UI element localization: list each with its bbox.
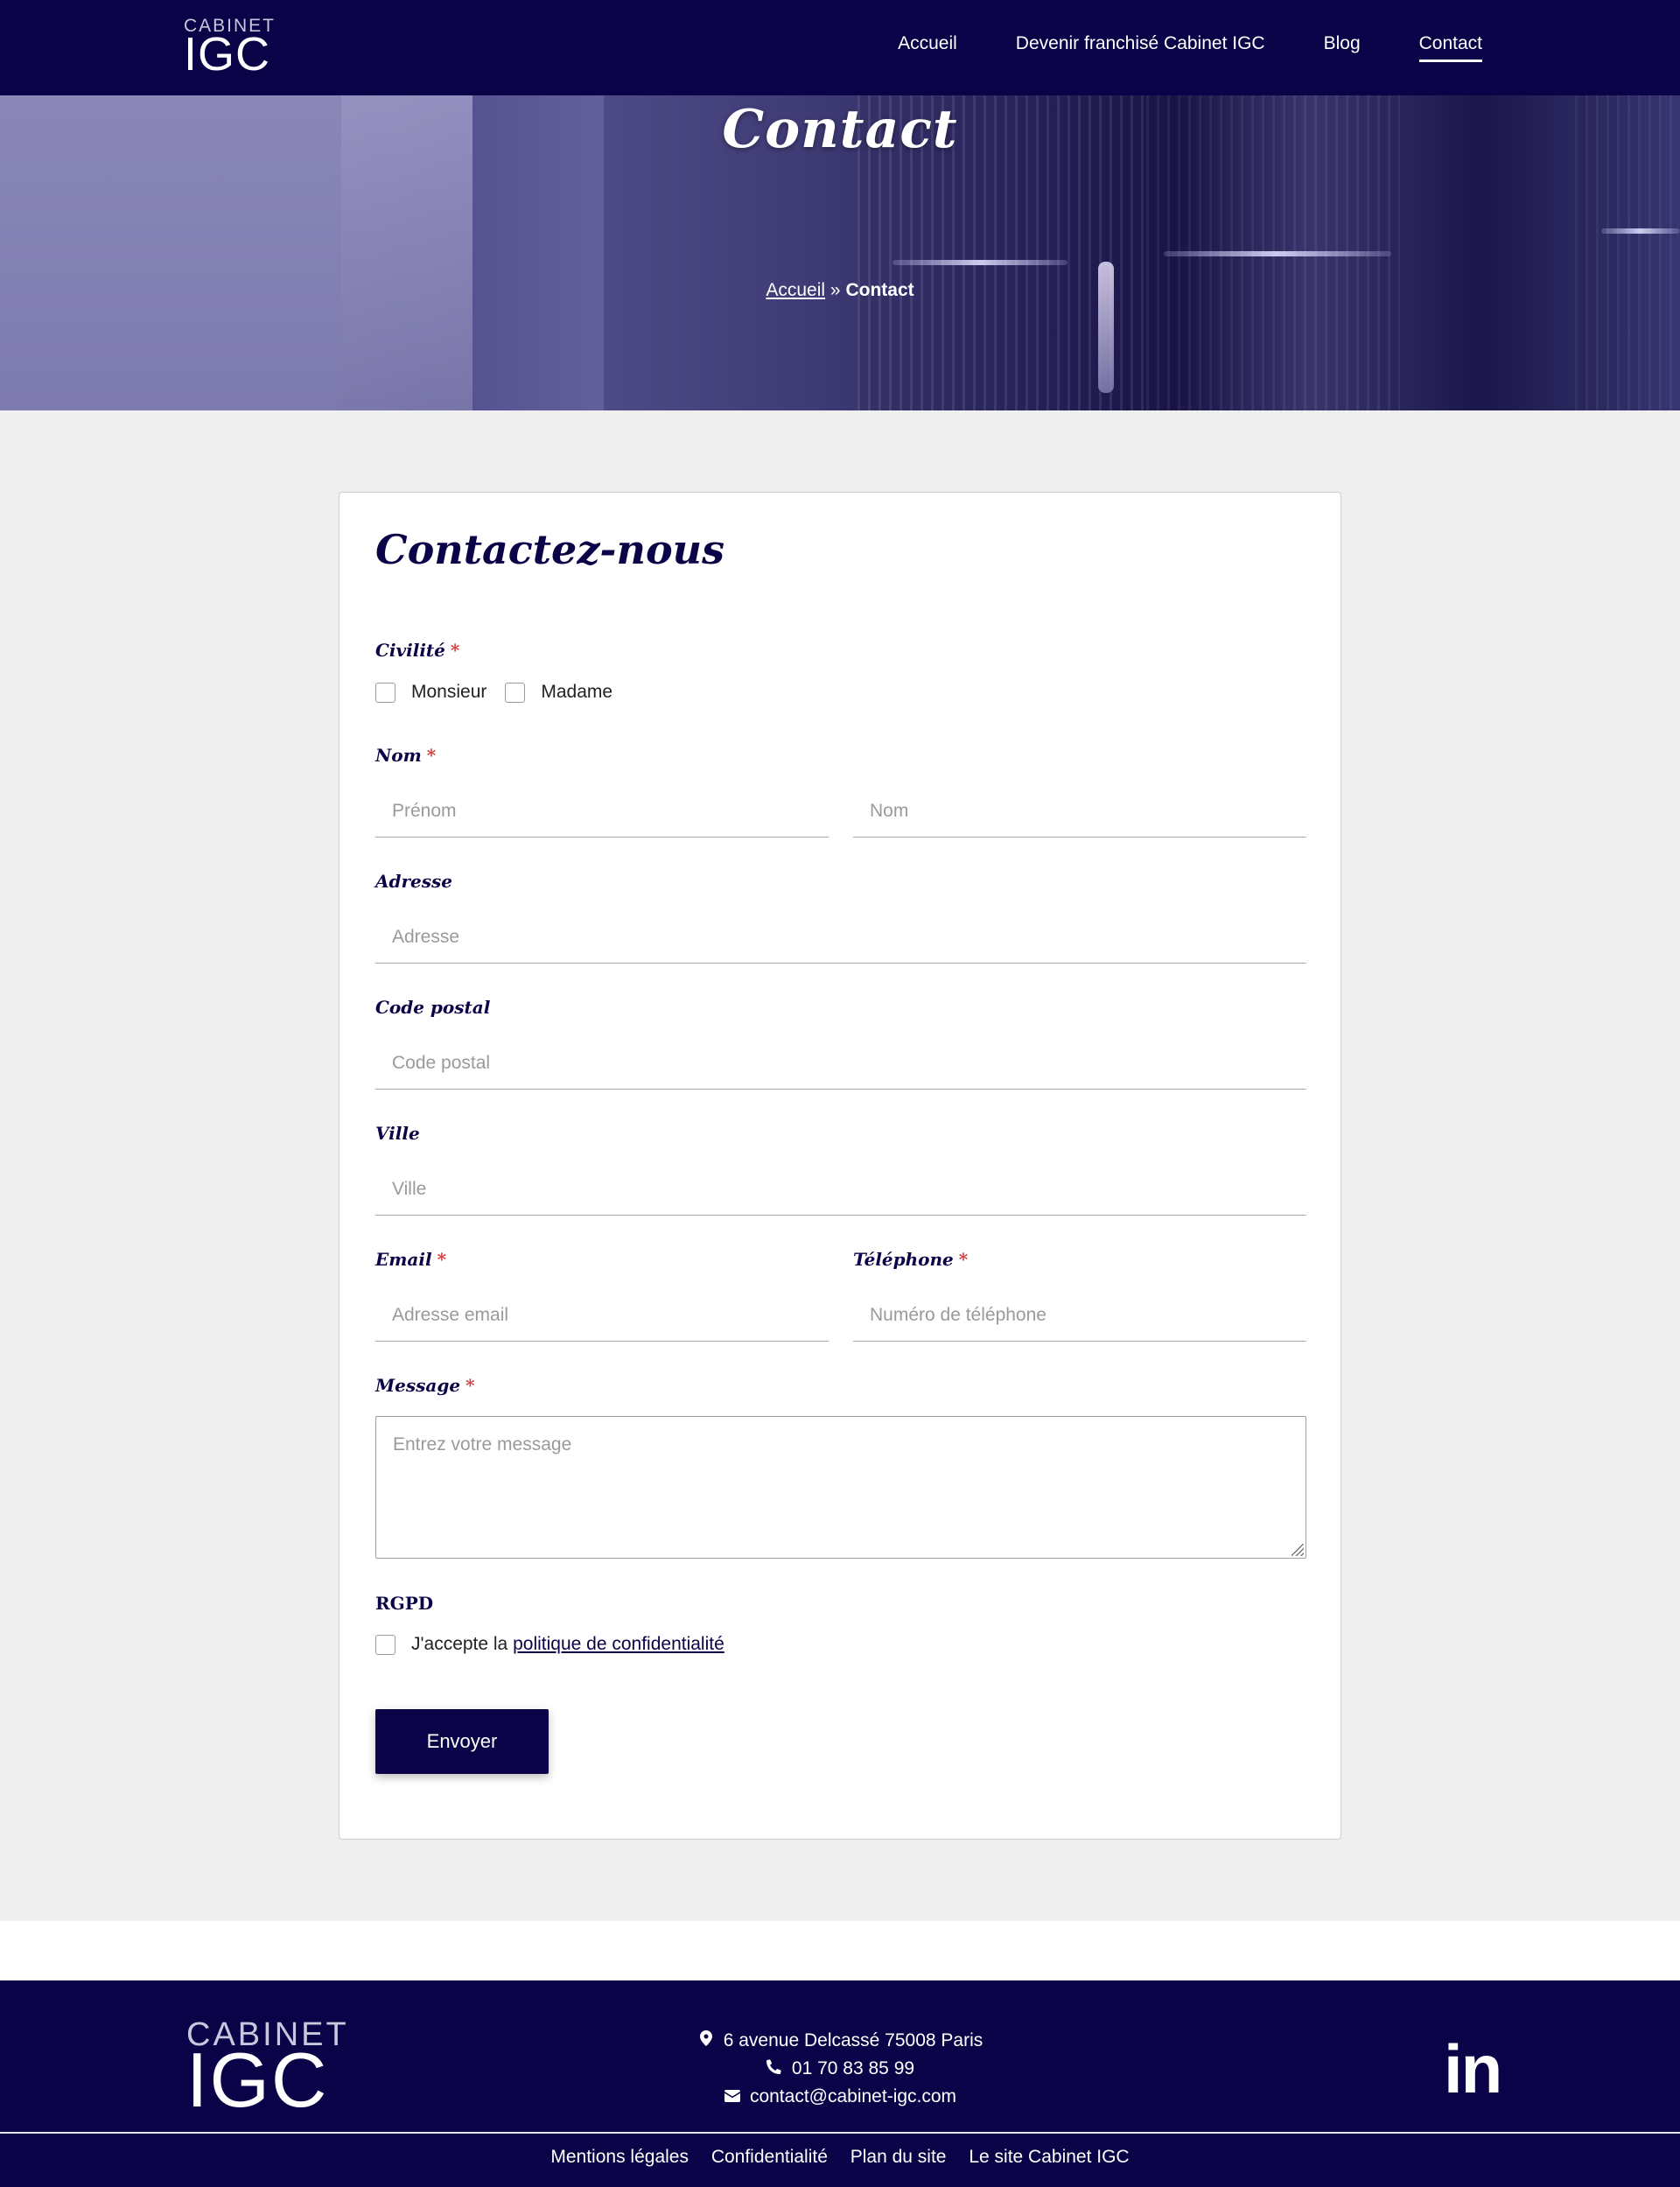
message-label: Message * [375, 1375, 475, 1396]
nav-item-franchise[interactable]: Devenir franchisé Cabinet IGC [1016, 33, 1265, 62]
civilite-options: Monsieur Madame [375, 682, 612, 703]
rgpd-accept-prefix: J'accepte la [411, 1634, 508, 1654]
ville-label: Ville [375, 1123, 420, 1144]
email-label-text: Email [375, 1249, 432, 1270]
site-header: CABINET IGC Accueil Devenir franchisé Ca… [0, 0, 1680, 95]
email-input[interactable]: Adresse email [375, 1289, 829, 1342]
required-mark: * [450, 640, 460, 661]
monsieur-checkbox[interactable] [375, 682, 396, 703]
code-postal-placeholder: Code postal [392, 1053, 491, 1073]
monsieur-label[interactable]: Monsieur [411, 682, 486, 703]
footer-email-text[interactable]: contact@cabinet-igc.com [750, 2086, 956, 2106]
rgpd-accept-text: J'accepte la politique de confidentialit… [411, 1634, 724, 1655]
logo-big-text: IGC [184, 28, 271, 81]
breadcrumb-current: Contact [845, 280, 914, 300]
madame-label[interactable]: Madame [541, 682, 612, 703]
spacer-band [0, 1921, 1680, 1980]
site-footer: CABINET IGC 6 avenue Delcassé 75008 Pari… [0, 1980, 1680, 2187]
footer-divider [0, 2132, 1680, 2134]
map-pin-icon [697, 2030, 715, 2050]
required-mark: * [426, 745, 437, 766]
footer-link-plan-du-site[interactable]: Plan du site [850, 2147, 947, 2167]
hero-light-strip [892, 260, 1068, 265]
linkedin-icon[interactable]: in [1444, 2035, 1502, 2103]
civilite-label: Civilité * [375, 640, 459, 661]
message-label-text: Message [375, 1375, 461, 1396]
footer-phone-text[interactable]: 01 70 83 85 99 [792, 2058, 914, 2078]
site-logo[interactable]: CABINET IGC [184, 17, 276, 81]
envelope-icon [724, 2088, 741, 2106]
privacy-policy-link[interactable]: politique de confidentialité [513, 1634, 724, 1654]
required-mark: * [958, 1249, 969, 1270]
footer-links: Mentions légales Confidentialité Plan du… [0, 2147, 1680, 2168]
adresse-label: Adresse [375, 871, 453, 892]
ville-placeholder: Ville [392, 1179, 427, 1199]
footer-phone: 01 70 83 85 99 [0, 2058, 1680, 2079]
nav-item-accueil[interactable]: Accueil [898, 33, 957, 62]
nav-item-contact[interactable]: Contact [1418, 33, 1482, 62]
hero-light-strip [1164, 251, 1391, 256]
telephone-input[interactable]: Numéro de téléphone [853, 1289, 1306, 1342]
nom-placeholder: Nom [870, 801, 909, 821]
main-nav: Accueil Devenir franchisé Cabinet IGC Bl… [839, 33, 1482, 62]
footer-link-confidentialite[interactable]: Confidentialité [711, 2147, 828, 2167]
footer-link-site-cabinet[interactable]: Le site Cabinet IGC [969, 2147, 1129, 2167]
nom-label: Nom * [375, 745, 436, 766]
phone-icon [766, 2059, 783, 2078]
adresse-placeholder: Adresse [392, 927, 460, 947]
rgpd-checkbox[interactable] [375, 1634, 396, 1655]
footer-address-text: 6 avenue Delcassé 75008 Paris [723, 2030, 984, 2050]
message-textarea[interactable]: Entrez votre message [375, 1416, 1306, 1559]
breadcrumb: Accueil » Contact [0, 280, 1680, 301]
resize-handle-icon[interactable] [1292, 1544, 1304, 1556]
required-mark: * [437, 1249, 447, 1270]
footer-link-mentions[interactable]: Mentions légales [550, 2147, 689, 2167]
breadcrumb-home-link[interactable]: Accueil [766, 280, 825, 300]
nav-item-blog[interactable]: Blog [1324, 33, 1361, 62]
telephone-label-text: Téléphone [853, 1249, 954, 1270]
submit-button[interactable]: Envoyer [375, 1709, 549, 1774]
message-placeholder: Entrez votre message [393, 1434, 572, 1454]
adresse-input[interactable]: Adresse [375, 911, 1306, 964]
hero-light-strip [1601, 228, 1680, 234]
ville-input[interactable]: Ville [375, 1163, 1306, 1216]
prenom-placeholder: Prénom [392, 801, 457, 821]
code-postal-label: Code postal [375, 997, 491, 1018]
nom-label-text: Nom [375, 745, 422, 766]
prenom-input[interactable]: Prénom [375, 785, 829, 838]
email-placeholder: Adresse email [392, 1305, 509, 1325]
contact-form-card: Contactez-nous Civilité * Monsieur Madame… [339, 492, 1341, 1840]
page-title: Contact [722, 99, 958, 160]
civilite-label-text: Civilité [375, 640, 445, 661]
telephone-label: Téléphone * [853, 1249, 968, 1270]
code-postal-input[interactable]: Code postal [375, 1037, 1306, 1090]
form-title: Contactez-nous [375, 526, 724, 573]
rgpd-consent-row: J'accepte la politique de confidentialit… [375, 1634, 724, 1655]
email-label: Email * [375, 1249, 446, 1270]
nom-input[interactable]: Nom [853, 785, 1306, 838]
telephone-placeholder: Numéro de téléphone [870, 1305, 1046, 1325]
footer-address: 6 avenue Delcassé 75008 Paris [0, 2030, 1680, 2051]
madame-checkbox[interactable] [505, 682, 526, 703]
breadcrumb-separator: » [830, 280, 841, 300]
rgpd-label: RGPD [375, 1593, 434, 1614]
required-mark: * [466, 1375, 475, 1396]
footer-email: contact@cabinet-igc.com [0, 2086, 1680, 2107]
